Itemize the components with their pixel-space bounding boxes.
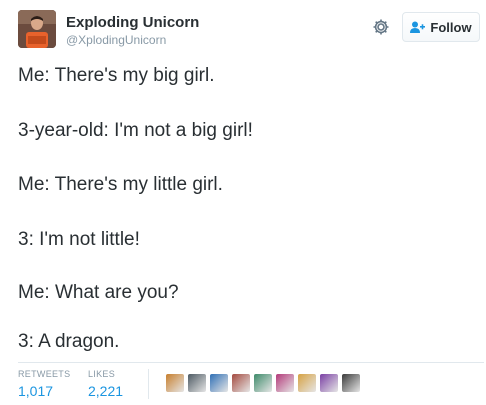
likes-count[interactable]: 2,221 (88, 382, 123, 400)
retweets-count[interactable]: 1,017 (18, 382, 70, 400)
retweets-label: RETWEETS (18, 369, 71, 379)
avatar-image (18, 10, 56, 48)
liker-avatar-3[interactable] (209, 373, 229, 393)
liker-avatar-8[interactable] (319, 373, 339, 393)
user-handle[interactable]: @XplodingUnicorn (66, 33, 199, 48)
add-user-icon (410, 21, 426, 33)
liker-avatar-6[interactable] (275, 373, 295, 393)
tweet-line: Me: There's my little girl. (18, 174, 223, 195)
tweet-line: 3: I'm not little! (18, 229, 140, 250)
display-name[interactable]: Exploding Unicorn (66, 14, 199, 31)
follow-label: Follow (430, 19, 472, 35)
liker-avatar-2[interactable] (187, 373, 207, 393)
tweet-line: Me: There's my big girl. (18, 65, 215, 86)
liker-avatar-7[interactable] (297, 373, 317, 393)
likes-label: LIKES (88, 369, 116, 379)
tweet-line: 3: A dragon. (18, 331, 120, 352)
avatar[interactable] (18, 10, 56, 48)
tweet-stats: RETWEETS 1,017 LIKES 2,221 (18, 362, 484, 405)
tweet-header: Exploding Unicorn @XplodingUnicorn Follo… (18, 10, 480, 56)
follow-button[interactable]: Follow (402, 12, 480, 42)
liker-avatar-5[interactable] (253, 373, 273, 393)
tweet-line: Me: What are you? (18, 282, 179, 303)
liker-avatar-9[interactable] (341, 373, 361, 393)
tweet-line: 3-year-old: I'm not a big girl! (18, 120, 253, 141)
stats-divider (148, 369, 149, 399)
liker-avatar-1[interactable] (165, 373, 185, 393)
user-info: Exploding Unicorn @XplodingUnicorn (66, 14, 199, 48)
tweet-card: Exploding Unicorn @XplodingUnicorn Follo… (0, 0, 486, 405)
liker-avatar-4[interactable] (231, 373, 251, 393)
retweets-stat[interactable]: RETWEETS 1,017 (18, 369, 70, 400)
likes-stat[interactable]: LIKES 2,221 (88, 369, 123, 400)
gear-icon[interactable] (372, 18, 390, 36)
